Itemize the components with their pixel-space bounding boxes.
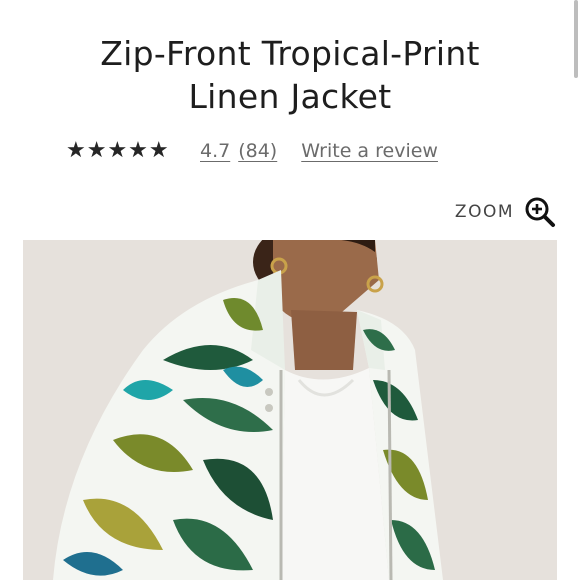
zoom-in-icon[interactable]: [524, 196, 556, 228]
review-count-link[interactable]: (84): [238, 140, 277, 162]
product-photo-illustration: [23, 240, 557, 580]
rating-row: ★★★★★ ★★★★★ 4.7 (84) Write a review: [66, 136, 438, 166]
product-image[interactable]: [23, 240, 557, 580]
star-rating: ★★★★★ ★★★★★: [66, 139, 176, 163]
rating-score-link[interactable]: 4.7: [200, 140, 230, 162]
product-title-line2: Linen Jacket: [188, 77, 392, 116]
product-title: Zip-Front Tropical-Print Linen Jacket: [0, 32, 580, 118]
zoom-label: ZOOM: [454, 202, 514, 222]
write-review-link[interactable]: Write a review: [301, 140, 438, 162]
stars-filled: ★★★★★: [66, 139, 170, 163]
zoom-button[interactable]: ZOOM: [455, 196, 556, 228]
product-title-line1: Zip-Front Tropical-Print: [100, 34, 480, 73]
